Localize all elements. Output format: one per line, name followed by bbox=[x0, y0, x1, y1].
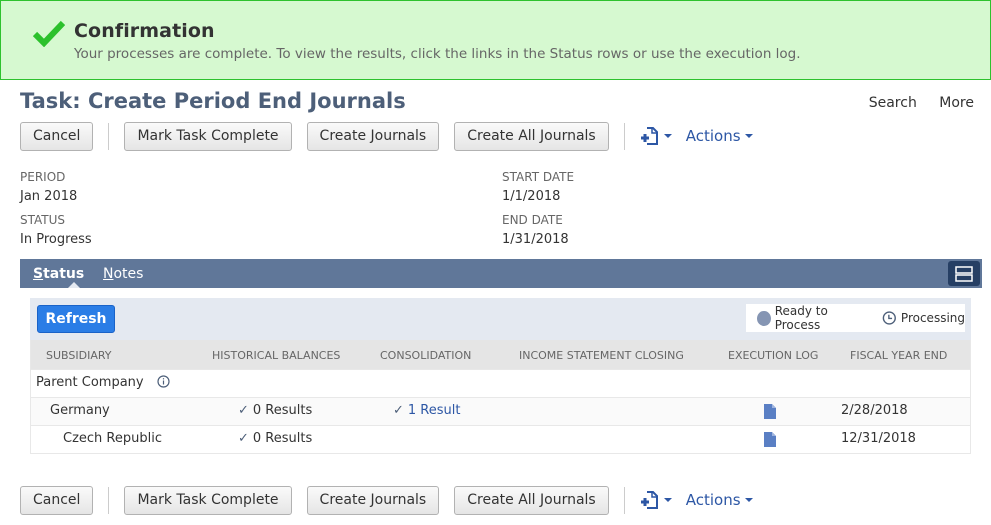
add-document-icon bbox=[640, 491, 658, 509]
fiscal-year-end-cell: 12/31/2018 bbox=[841, 431, 916, 446]
end-date-value: 1/31/2018 bbox=[502, 232, 569, 247]
period-label: PERIOD bbox=[20, 170, 66, 184]
end-date-label: END DATE bbox=[502, 213, 563, 227]
toolbar-separator bbox=[623, 486, 625, 514]
confirmation-banner: Confirmation Your processes are complete… bbox=[0, 0, 991, 80]
subsidiary-cell: Czech Republic bbox=[63, 431, 162, 446]
clock-icon bbox=[882, 311, 897, 325]
table-header: Subsidiary Historical Balances Consolida… bbox=[31, 340, 970, 369]
top-toolbar: Cancel Mark Task Complete Create Journal… bbox=[20, 121, 753, 151]
table-row: Czech Republic ✓ 0 Results 12/31/2018 bbox=[31, 425, 970, 453]
page-title: Task: Create Period End Journals bbox=[20, 89, 406, 113]
layout-toggle-button[interactable] bbox=[948, 261, 980, 286]
column-header-income-statement-closing: Income Statement Closing bbox=[519, 349, 684, 362]
check-icon: ✓ bbox=[238, 403, 249, 418]
status-panel: Refresh Ready to Process Processing bbox=[30, 298, 971, 340]
add-document-icon bbox=[640, 127, 658, 145]
new-record-menu[interactable] bbox=[640, 490, 672, 510]
tab-notes[interactable]: Notes bbox=[103, 266, 143, 282]
start-date-value: 1/1/2018 bbox=[502, 189, 561, 204]
toolbar-separator bbox=[108, 486, 110, 514]
bottom-toolbar: Cancel Mark Task Complete Create Journal… bbox=[20, 485, 753, 515]
table-row: Germany ✓ 0 Results ✓ 1 Result 2/28/2018 bbox=[31, 397, 970, 425]
more-link[interactable]: More bbox=[939, 95, 974, 111]
checkmark-icon bbox=[33, 20, 65, 47]
confirmation-title: Confirmation bbox=[74, 20, 215, 42]
historical-balances-cell: ✓ 0 Results bbox=[238, 431, 313, 446]
consolidation-result-link[interactable]: ✓ 1 Result bbox=[393, 403, 460, 418]
execution-log-document-icon[interactable] bbox=[764, 404, 776, 419]
top-links: Search More bbox=[851, 95, 974, 111]
column-header-subsidiary: Subsidiary bbox=[46, 349, 112, 362]
legend-processing-label: Processing bbox=[900, 311, 965, 325]
refresh-button[interactable]: Refresh bbox=[37, 305, 115, 333]
check-icon: ✓ bbox=[238, 431, 249, 446]
chevron-down-icon bbox=[663, 498, 672, 502]
ready-to-process-icon bbox=[757, 310, 771, 326]
column-header-consolidation: Consolidation bbox=[380, 349, 472, 362]
actions-menu[interactable]: Actions bbox=[686, 127, 753, 145]
mark-task-complete-button[interactable]: Mark Task Complete bbox=[124, 121, 292, 151]
column-header-historical-balances: Historical Balances bbox=[212, 349, 341, 362]
create-journals-button[interactable]: Create Journals bbox=[306, 485, 440, 515]
new-record-menu[interactable] bbox=[640, 126, 672, 146]
chevron-down-icon bbox=[744, 134, 753, 138]
toolbar-separator bbox=[108, 122, 110, 150]
fiscal-year-end-cell: 2/28/2018 bbox=[841, 403, 908, 418]
confirmation-message: Your processes are complete. To view the… bbox=[74, 46, 801, 62]
status-field: STATUS In Progress bbox=[20, 213, 92, 247]
subtab-bar: Status Notes bbox=[20, 259, 982, 288]
chevron-down-icon bbox=[744, 498, 753, 502]
create-all-journals-button[interactable]: Create All Journals bbox=[454, 121, 609, 151]
column-header-fiscal-year-end: Fiscal Year End bbox=[850, 349, 948, 362]
create-all-journals-button[interactable]: Create All Journals bbox=[454, 485, 609, 515]
cancel-button[interactable]: Cancel bbox=[20, 485, 94, 515]
end-date-field: END DATE 1/31/2018 bbox=[502, 213, 569, 247]
period-field: PERIOD Jan 2018 bbox=[20, 170, 77, 204]
execution-log-document-icon[interactable] bbox=[764, 432, 776, 447]
active-tab-pointer bbox=[68, 282, 80, 288]
toolbar-separator bbox=[623, 122, 625, 150]
info-icon[interactable] bbox=[157, 375, 170, 388]
legend-ready-label: Ready to Process bbox=[774, 304, 828, 332]
historical-balances-cell: ✓ 0 Results bbox=[238, 403, 313, 418]
tab-status[interactable]: Status bbox=[33, 266, 84, 282]
mark-task-complete-button[interactable]: Mark Task Complete bbox=[124, 485, 292, 515]
actions-label: Actions bbox=[685, 491, 741, 509]
start-date-field: START DATE 1/1/2018 bbox=[502, 170, 574, 204]
check-icon: ✓ bbox=[393, 403, 404, 418]
create-journals-button[interactable]: Create Journals bbox=[306, 121, 440, 151]
subsidiary-cell: Parent Company bbox=[36, 375, 170, 390]
status-label: STATUS bbox=[20, 213, 66, 227]
search-link[interactable]: Search bbox=[869, 95, 917, 111]
actions-menu[interactable]: Actions bbox=[686, 491, 753, 509]
table-row: Parent Company bbox=[31, 369, 970, 397]
status-value: In Progress bbox=[20, 232, 92, 247]
actions-label: Actions bbox=[685, 127, 741, 145]
column-header-execution-log: Execution Log bbox=[728, 349, 819, 362]
status-table: Subsidiary Historical Balances Consolida… bbox=[30, 340, 971, 454]
cancel-button[interactable]: Cancel bbox=[20, 121, 94, 151]
subsidiary-cell: Germany bbox=[50, 403, 110, 418]
stacked-layout-icon bbox=[955, 265, 973, 282]
start-date-label: START DATE bbox=[502, 170, 575, 184]
status-legend: Ready to Process Processing bbox=[746, 304, 965, 332]
period-value: Jan 2018 bbox=[20, 189, 78, 204]
chevron-down-icon bbox=[663, 134, 672, 138]
